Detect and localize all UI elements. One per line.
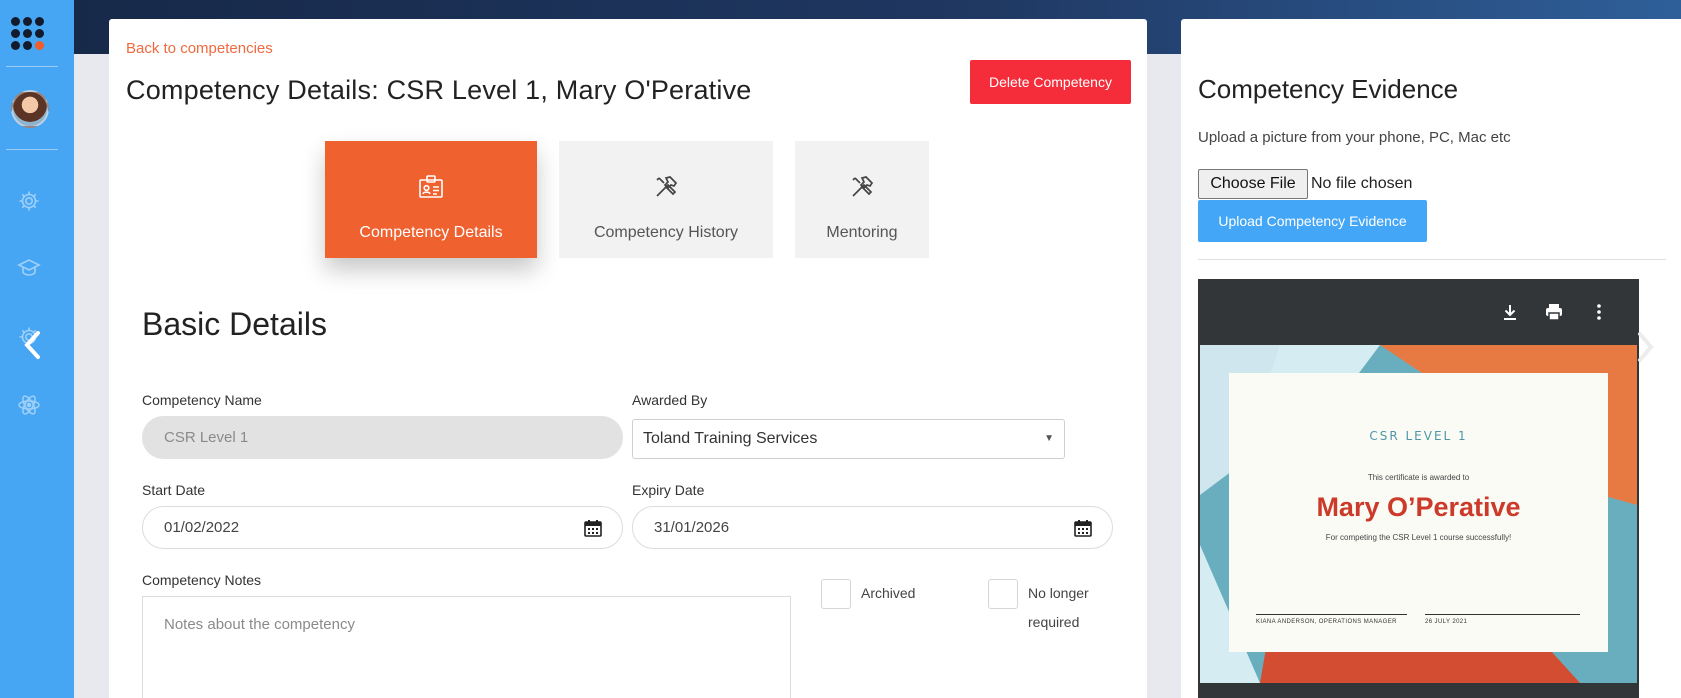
avatar[interactable] (11, 90, 49, 128)
sidebar-divider (6, 66, 58, 67)
certificate: CSR LEVEL 1 This certificate is awarded … (1229, 373, 1608, 652)
sidebar (0, 0, 74, 698)
id-badge-icon (419, 175, 443, 198)
archived-label: Archived (861, 585, 916, 601)
tab-label: Competency History (593, 224, 739, 241)
tab-mentoring[interactable]: Mentoring (795, 141, 929, 258)
caret-down-icon: ▼ (1044, 433, 1054, 444)
competency-name-label: Competency Name (142, 392, 262, 408)
tools-icon (656, 176, 678, 197)
download-icon[interactable] (1500, 302, 1520, 322)
no-file-chosen-text: No file chosen (1311, 175, 1413, 192)
awarded-by-label: Awarded By (632, 392, 708, 408)
certificate-awarded-to: This certificate is awarded to (1367, 473, 1470, 482)
competency-name-input: CSR Level 1 (142, 416, 623, 459)
print-icon[interactable] (1544, 302, 1564, 322)
chevron-right-icon[interactable] (1635, 330, 1655, 364)
delete-competency-button[interactable]: Delete Competency (970, 60, 1131, 104)
awarded-by-value: Toland Training Services (643, 430, 818, 447)
tools-icon (852, 176, 874, 197)
tab-label: Competency Details (359, 224, 503, 241)
sidebar-divider (6, 149, 58, 150)
section-title: Basic Details (142, 306, 327, 342)
archived-checkbox[interactable] (821, 579, 851, 609)
gear-icon[interactable] (17, 189, 41, 213)
atom-icon[interactable] (17, 393, 41, 417)
certificate-name: Mary O’Perative (1316, 492, 1521, 522)
awarded-by-select[interactable]: Toland Training Services ▼ (632, 419, 1065, 459)
tab-label: Mentoring (826, 224, 898, 241)
calendar-icon[interactable] (1074, 519, 1092, 537)
expiry-date-label: Expiry Date (632, 482, 705, 498)
certificate-heading: CSR LEVEL 1 (1369, 429, 1468, 443)
start-date-value: 01/02/2022 (164, 519, 240, 536)
competency-notes-label: Competency Notes (142, 572, 262, 588)
back-to-competencies-link[interactable]: Back to competencies (126, 40, 273, 57)
signature-line (1256, 614, 1407, 615)
app-launcher-icon[interactable] (11, 17, 45, 51)
no-longer-required-label: No longer required (1028, 585, 1089, 630)
start-date-label: Start Date (142, 482, 206, 498)
more-vertical-icon[interactable] (1589, 302, 1609, 322)
graduation-cap-icon[interactable] (17, 256, 41, 280)
calendar-icon[interactable] (584, 519, 602, 537)
page-title: Competency Details: CSR Level 1, Mary O'… (126, 75, 752, 105)
start-date-input[interactable]: 01/02/2022 (142, 506, 623, 549)
certificate-signatory: KIANA ANDERSON, OPERATIONS MANAGER (1256, 619, 1397, 625)
no-longer-required-checkbox[interactable] (988, 579, 1018, 609)
chevron-left-icon[interactable] (20, 330, 46, 360)
tab-competency-details[interactable]: Competency Details (325, 141, 537, 258)
upload-evidence-button[interactable]: Upload Competency Evidence (1198, 200, 1427, 242)
evidence-subtitle: Upload a picture from your phone, PC, Ma… (1198, 129, 1511, 146)
choose-file-button[interactable]: Choose File (1198, 169, 1308, 199)
certificate-reason: For competing the CSR Level 1 course suc… (1325, 533, 1512, 542)
competency-notes-textarea[interactable]: Notes about the competency (142, 596, 791, 698)
certificate-date: 26 JULY 2021 (1425, 619, 1468, 625)
evidence-title: Competency Evidence (1198, 74, 1459, 104)
expiry-date-input[interactable]: 31/01/2026 (632, 506, 1113, 549)
divider (1198, 259, 1666, 260)
expiry-date-value: 31/01/2026 (654, 519, 730, 536)
tab-competency-history[interactable]: Competency History (559, 141, 773, 258)
date-line (1425, 614, 1580, 615)
